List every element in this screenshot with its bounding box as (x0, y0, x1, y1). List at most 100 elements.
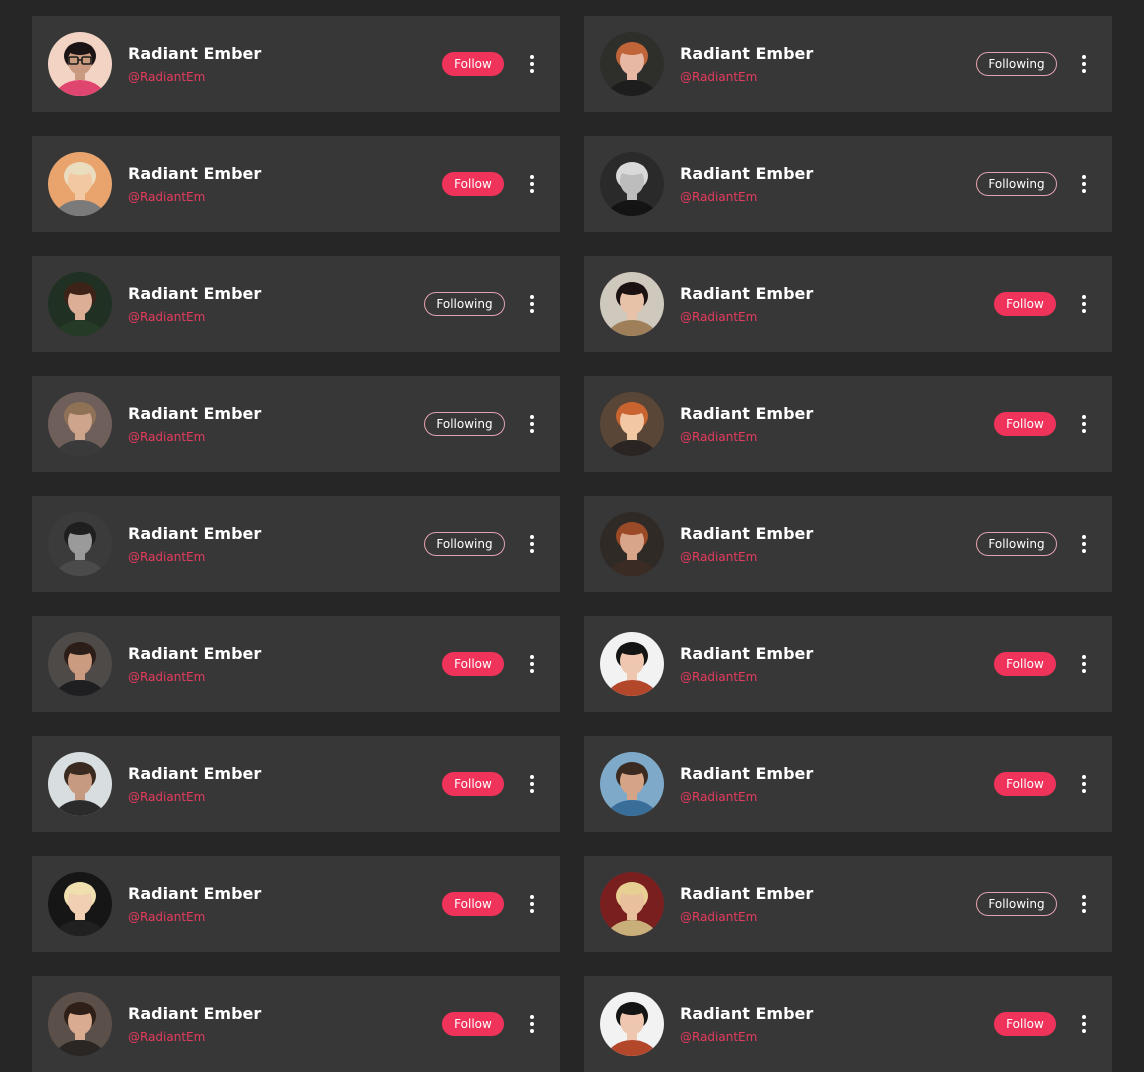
profile-name: Radiant Ember (128, 524, 262, 543)
profile-card: Radiant Ember @RadiantEm Following (584, 16, 1112, 112)
avatar[interactable] (600, 752, 664, 816)
profile-handle: @RadiantEm (680, 910, 758, 924)
more-options-icon[interactable] (1076, 172, 1092, 196)
following-button[interactable]: Following (424, 292, 505, 316)
follow-list: Radiant Ember @RadiantEm Follow Radiant … (32, 16, 1112, 1072)
profile-card: Radiant Ember @RadiantEm Follow (32, 616, 560, 712)
profile-handle: @RadiantEm (128, 430, 206, 444)
avatar[interactable] (48, 992, 112, 1056)
profile-name: Radiant Ember (680, 164, 814, 183)
more-options-icon[interactable] (1076, 772, 1092, 796)
avatar[interactable] (48, 272, 112, 336)
avatar[interactable] (48, 632, 112, 696)
following-button[interactable]: Following (976, 532, 1057, 556)
profile-name: Radiant Ember (680, 644, 814, 663)
profile-card: Radiant Ember @RadiantEm Follow (584, 376, 1112, 472)
follow-button[interactable]: Follow (442, 652, 504, 676)
profile-handle: @RadiantEm (128, 550, 206, 564)
profile-name: Radiant Ember (680, 284, 814, 303)
profile-handle: @RadiantEm (128, 190, 206, 204)
profile-handle: @RadiantEm (128, 790, 206, 804)
more-options-icon[interactable] (524, 1012, 540, 1036)
follow-button[interactable]: Follow (994, 1012, 1056, 1036)
profile-name: Radiant Ember (680, 404, 814, 423)
follow-button[interactable]: Follow (442, 772, 504, 796)
profile-handle: @RadiantEm (680, 1030, 758, 1044)
profile-name: Radiant Ember (680, 1004, 814, 1023)
more-options-icon[interactable] (1076, 652, 1092, 676)
follow-button[interactable]: Follow (994, 652, 1056, 676)
profile-handle: @RadiantEm (680, 190, 758, 204)
profile-handle: @RadiantEm (680, 430, 758, 444)
more-options-icon[interactable] (1076, 292, 1092, 316)
profile-card: Radiant Ember @RadiantEm Follow (584, 736, 1112, 832)
profile-handle: @RadiantEm (680, 670, 758, 684)
profile-name: Radiant Ember (128, 884, 262, 903)
profile-name: Radiant Ember (680, 44, 814, 63)
more-options-icon[interactable] (524, 52, 540, 76)
more-options-icon[interactable] (1076, 52, 1092, 76)
profile-card: Radiant Ember @RadiantEm Following (32, 256, 560, 352)
avatar[interactable] (600, 512, 664, 576)
profile-handle: @RadiantEm (128, 670, 206, 684)
profile-card: Radiant Ember @RadiantEm Following (32, 376, 560, 472)
more-options-icon[interactable] (1076, 892, 1092, 916)
profile-handle: @RadiantEm (128, 910, 206, 924)
following-button[interactable]: Following (424, 412, 505, 436)
avatar[interactable] (600, 992, 664, 1056)
profile-card: Radiant Ember @RadiantEm Follow (584, 616, 1112, 712)
follow-button[interactable]: Follow (994, 292, 1056, 316)
avatar[interactable] (600, 152, 664, 216)
more-options-icon[interactable] (524, 652, 540, 676)
avatar[interactable] (48, 752, 112, 816)
following-button[interactable]: Following (976, 172, 1057, 196)
avatar[interactable] (48, 872, 112, 936)
avatar[interactable] (48, 152, 112, 216)
profile-name: Radiant Ember (680, 884, 814, 903)
profile-name: Radiant Ember (128, 644, 262, 663)
more-options-icon[interactable] (1076, 412, 1092, 436)
avatar[interactable] (600, 632, 664, 696)
more-options-icon[interactable] (1076, 532, 1092, 556)
following-button[interactable]: Following (976, 52, 1057, 76)
follow-button[interactable]: Follow (442, 52, 504, 76)
profile-name: Radiant Ember (680, 764, 814, 783)
follow-button[interactable]: Follow (442, 172, 504, 196)
more-options-icon[interactable] (524, 292, 540, 316)
profile-handle: @RadiantEm (128, 1030, 206, 1044)
profile-card: Radiant Ember @RadiantEm Follow (32, 16, 560, 112)
avatar[interactable] (600, 32, 664, 96)
more-options-icon[interactable] (524, 532, 540, 556)
profile-card: Radiant Ember @RadiantEm Follow (32, 976, 560, 1072)
follow-button[interactable]: Follow (994, 772, 1056, 796)
avatar[interactable] (600, 272, 664, 336)
more-options-icon[interactable] (524, 892, 540, 916)
profile-handle: @RadiantEm (680, 790, 758, 804)
more-options-icon[interactable] (524, 172, 540, 196)
profile-handle: @RadiantEm (680, 310, 758, 324)
more-options-icon[interactable] (1076, 1012, 1092, 1036)
profile-handle: @RadiantEm (128, 310, 206, 324)
profile-card: Radiant Ember @RadiantEm Following (584, 136, 1112, 232)
avatar[interactable] (600, 872, 664, 936)
following-button[interactable]: Following (976, 892, 1057, 916)
avatar[interactable] (600, 392, 664, 456)
avatar[interactable] (48, 32, 112, 96)
profile-card: Radiant Ember @RadiantEm Following (584, 856, 1112, 952)
avatar[interactable] (48, 512, 112, 576)
follow-button[interactable]: Follow (442, 892, 504, 916)
profile-name: Radiant Ember (128, 764, 262, 783)
following-button[interactable]: Following (424, 532, 505, 556)
more-options-icon[interactable] (524, 772, 540, 796)
profile-card: Radiant Ember @RadiantEm Follow (32, 856, 560, 952)
profile-card: Radiant Ember @RadiantEm Follow (584, 976, 1112, 1072)
avatar[interactable] (48, 392, 112, 456)
more-options-icon[interactable] (524, 412, 540, 436)
profile-name: Radiant Ember (128, 164, 262, 183)
follow-button[interactable]: Follow (994, 412, 1056, 436)
profile-name: Radiant Ember (128, 44, 262, 63)
profile-name: Radiant Ember (128, 284, 262, 303)
profile-name: Radiant Ember (128, 1004, 262, 1023)
follow-button[interactable]: Follow (442, 1012, 504, 1036)
profile-card: Radiant Ember @RadiantEm Following (584, 496, 1112, 592)
